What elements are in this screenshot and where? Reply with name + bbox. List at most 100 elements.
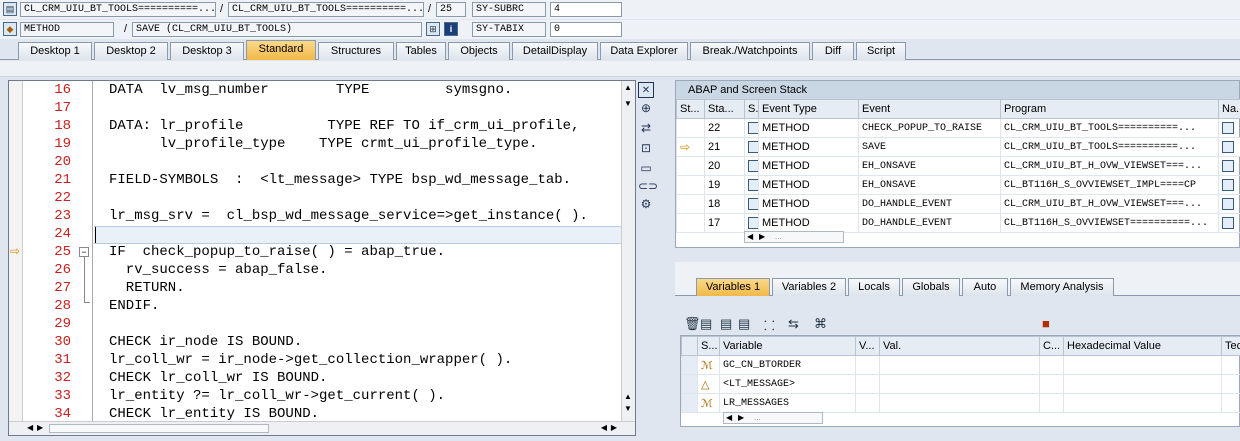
- goto-source-icon[interactable]: [1222, 160, 1234, 173]
- tab-standard[interactable]: Standard: [246, 40, 316, 60]
- col-header[interactable]: Val.: [879, 336, 1040, 356]
- scroll-thumb[interactable]: ...: [775, 232, 782, 241]
- full-screen-icon[interactable]: ⊡: [638, 140, 654, 156]
- col-header[interactable]: C...: [1039, 336, 1064, 356]
- load-icon[interactable]: ▤: [700, 316, 712, 332]
- info-icon[interactable]: i: [444, 22, 458, 36]
- variable-value[interactable]: [879, 374, 1040, 394]
- goto-source-icon[interactable]: [1222, 122, 1234, 135]
- stack-row[interactable]: 19 METHOD EH_ONSAVE CL_BT116H_S_OVVIEWSET_I…: [676, 175, 1240, 195]
- goto-source-icon[interactable]: [1222, 217, 1234, 230]
- tab-objects[interactable]: Objects: [448, 42, 510, 60]
- tab-structures[interactable]: Structures: [318, 42, 394, 60]
- variable-value[interactable]: [879, 355, 1040, 375]
- services-icon[interactable]: ⚙: [638, 196, 654, 212]
- col-header[interactable]: Event: [858, 99, 1001, 119]
- navigate-icon[interactable]: ⇆: [788, 316, 799, 332]
- scroll-right-icon[interactable]: ▶: [611, 423, 617, 432]
- navigate-icon[interactable]: [1218, 137, 1240, 157]
- col-header[interactable]: Program: [1000, 99, 1219, 119]
- navigate-icon[interactable]: [1218, 213, 1240, 233]
- swap-icon[interactable]: ⊂⊃: [638, 178, 658, 194]
- fold-toggle-icon[interactable]: −: [79, 247, 89, 257]
- variables-scrollbar[interactable]: ◀ ▶ ...: [723, 412, 823, 424]
- source-code-editor[interactable]: ⇨ − 16 DATA lv_msg_number TYPE symsgno. 17…: [8, 80, 636, 436]
- sysfield-1-value[interactable]: 4: [550, 2, 622, 17]
- tab-desktop-1[interactable]: Desktop 1: [18, 42, 92, 60]
- goto-source-icon[interactable]: [1222, 141, 1234, 154]
- row-selector[interactable]: [681, 336, 698, 356]
- scroll-up-icon[interactable]: ▲: [624, 83, 632, 92]
- variable-row[interactable]: △ <LT_MESSAGE>: [681, 374, 1240, 394]
- col-header[interactable]: Event Type: [758, 99, 859, 119]
- tab-variables-2[interactable]: Variables 2: [772, 278, 846, 296]
- variable-value[interactable]: [879, 393, 1040, 413]
- col-header[interactable]: Hexadecimal Value: [1063, 336, 1222, 356]
- navigate-icon[interactable]: [1218, 194, 1240, 214]
- hierarchy-icon[interactable]: ⸬: [764, 316, 775, 334]
- variable-row[interactable]: ℳ GC_CN_BTORDER: [681, 355, 1240, 375]
- save-icon[interactable]: ■: [1042, 316, 1050, 331]
- col-header[interactable]: Sta...: [704, 99, 745, 119]
- scroll-right-icon[interactable]: ▶: [738, 413, 744, 422]
- export-icon[interactable]: ▤: [738, 316, 750, 332]
- close-pane-icon[interactable]: ✕: [638, 82, 654, 98]
- scroll-thumb[interactable]: [49, 424, 269, 433]
- maximize-icon[interactable]: ▭: [638, 160, 654, 176]
- tab-data-explorer[interactable]: Data Explorer: [600, 42, 688, 60]
- goto-source-icon[interactable]: [1222, 179, 1234, 192]
- scroll-thumb[interactable]: ...: [754, 413, 761, 422]
- col-header[interactable]: V...: [855, 336, 880, 356]
- display-source-icon[interactable]: ⊞: [426, 22, 440, 36]
- info-icon[interactable]: ⌘: [814, 316, 827, 332]
- navigate-icon[interactable]: [1218, 156, 1240, 176]
- row-selector[interactable]: [681, 355, 698, 375]
- scroll-left-icon[interactable]: ◀: [747, 232, 753, 241]
- tab-desktop-2[interactable]: Desktop 2: [94, 42, 168, 60]
- tab-globals[interactable]: Globals: [902, 278, 960, 296]
- stack-row[interactable]: 18 METHOD DO_HANDLE_EVENT CL_CRM_UIU_BT_H_O…: [676, 194, 1240, 214]
- stack-row[interactable]: 22 METHOD CHECK_POPUP_TO_RAISE CL_CRM_UIU_B…: [676, 118, 1240, 138]
- scroll-left-icon[interactable]: ◀: [726, 413, 732, 422]
- delete-icon[interactable]: 🗑: [684, 316, 701, 332]
- scroll-down-icon[interactable]: ▼: [624, 404, 632, 413]
- scroll-up-icon[interactable]: ▲: [624, 392, 632, 401]
- col-header[interactable]: S...: [697, 336, 720, 356]
- tab-detail-display[interactable]: DetailDisplay: [512, 42, 598, 60]
- save-list-icon[interactable]: ▤: [720, 316, 732, 332]
- row-selector[interactable]: [681, 393, 698, 413]
- scroll-down-icon[interactable]: ▼: [624, 99, 632, 108]
- new-tool-icon[interactable]: ⊕: [638, 100, 654, 116]
- goto-source-icon[interactable]: [1222, 198, 1234, 211]
- stack-row[interactable]: 17 METHOD DO_HANDLE_EVENT CL_BT116H_S_OVVIE…: [676, 213, 1240, 233]
- col-header[interactable]: Tec: [1221, 336, 1240, 356]
- stack-row[interactable]: 20 METHOD EH_ONSAVE CL_CRM_UIU_BT_H_OVW_VIE…: [676, 156, 1240, 176]
- sysfield-2-value[interactable]: 0: [550, 22, 622, 37]
- tab-variables-1[interactable]: Variables 1: [696, 278, 770, 296]
- row-selector[interactable]: [681, 374, 698, 394]
- stack-row[interactable]: ⇨ 21 METHOD SAVE CL_CRM_UIU_BT_TOOLS========…: [676, 137, 1240, 157]
- scroll-right-icon[interactable]: ▶: [37, 423, 43, 432]
- editor-horizontal-scrollbar[interactable]: ◀ ▶ ◀ ▶: [9, 421, 635, 435]
- tab-breakpoints[interactable]: Break./Watchpoints: [690, 42, 810, 60]
- tab-auto[interactable]: Auto: [962, 278, 1008, 296]
- tab-script[interactable]: Script: [856, 42, 906, 60]
- editor-vertical-scrollbar[interactable]: ▲ ▼ ▲ ▼: [621, 81, 635, 423]
- col-header[interactable]: S...: [744, 99, 759, 119]
- replace-tool-icon[interactable]: ⇄: [638, 120, 654, 136]
- variable-row[interactable]: ℳ LR_MESSAGES: [681, 393, 1240, 413]
- scroll-left-icon[interactable]: ◀: [601, 423, 607, 432]
- tab-memory-analysis[interactable]: Memory Analysis: [1010, 278, 1114, 296]
- col-header[interactable]: St...: [676, 99, 705, 119]
- navigate-icon[interactable]: [1218, 118, 1240, 138]
- col-header[interactable]: Na...: [1218, 99, 1240, 119]
- navigate-icon[interactable]: [1218, 175, 1240, 195]
- tab-diff[interactable]: Diff: [812, 42, 854, 60]
- col-header[interactable]: Variable: [719, 336, 856, 356]
- tab-tables[interactable]: Tables: [396, 42, 446, 60]
- tab-locals[interactable]: Locals: [848, 278, 900, 296]
- tab-desktop-3[interactable]: Desktop 3: [170, 42, 244, 60]
- stack-scrollbar[interactable]: ◀ ▶ ...: [744, 231, 844, 243]
- scroll-right-icon[interactable]: ▶: [759, 232, 765, 241]
- scroll-left-icon[interactable]: ◀: [27, 423, 33, 432]
